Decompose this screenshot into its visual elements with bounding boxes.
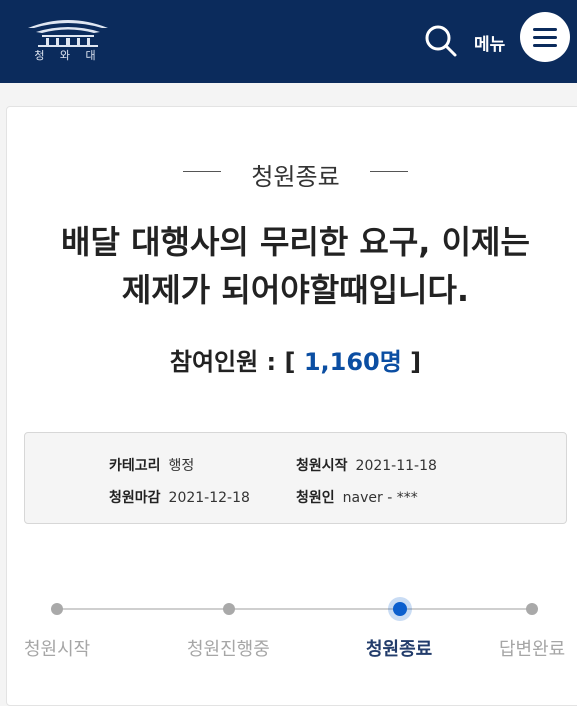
step-dot-ongoing <box>223 603 235 615</box>
participants-label: 참여인원 : [ <box>169 348 304 376</box>
logo-text: 청 와 대 <box>34 49 102 62</box>
cheongwadae-logo[interactable]: 청 와 대 <box>22 14 114 66</box>
step-dot-answered <box>526 603 538 615</box>
category-info: 카테고리 행정 <box>109 455 194 475</box>
step-label-ongoing: 청원진행중 <box>187 639 270 660</box>
search-icon <box>425 25 457 57</box>
author-value: naver - *** <box>342 490 418 506</box>
author-label: 청원인 <box>296 490 335 506</box>
end-date-value: 2021-12-18 <box>168 490 250 506</box>
step-label-closed: 청원종료 <box>366 639 433 660</box>
petition-info-box: 카테고리 행정 청원시작 2021-11-18 청원마감 2021-12-18 청원인… <box>24 432 567 524</box>
blue-house-icon <box>28 20 108 47</box>
participants-close: ] <box>401 348 422 376</box>
start-date-value: 2021-11-18 <box>355 458 437 474</box>
participants-count: 참여인원 : [ 1,160명 ] <box>0 342 577 377</box>
category-value: 행정 <box>168 458 195 474</box>
step-label-answered: 답변완료 <box>499 639 566 660</box>
author-info: 청원인 naver - *** <box>296 487 418 507</box>
hamburger-menu-button[interactable] <box>520 12 570 62</box>
step-dot-closed <box>393 602 407 616</box>
hamburger-icon <box>533 28 557 31</box>
search-button[interactable] <box>424 24 458 58</box>
divider <box>370 171 408 172</box>
petition-status: 청원종료 <box>0 152 577 192</box>
title-line-1: 배달 대행사의 무리한 요구, 이제는 <box>61 223 530 261</box>
start-date-label: 청원시작 <box>296 458 348 474</box>
participants-number: 1,160명 <box>303 348 402 376</box>
title-line-2: 제제가 되어야할때입니다. <box>121 271 470 309</box>
category-label: 카테고리 <box>109 458 161 474</box>
step-label-start: 청원시작 <box>24 639 91 660</box>
end-date-label: 청원마감 <box>109 490 161 506</box>
step-dot-start <box>51 603 63 615</box>
progress-track <box>57 608 533 610</box>
status-text: 청원종료 <box>251 163 340 191</box>
menu-label[interactable]: 메뉴 <box>474 30 505 55</box>
end-date-info: 청원마감 2021-12-18 <box>109 487 250 507</box>
petition-title: 배달 대행사의 무리한 요구, 이제는 제제가 되어야할때입니다. <box>0 218 577 314</box>
petition-card <box>6 106 577 706</box>
header: 청 와 대 메뉴 <box>0 0 577 83</box>
start-date-info: 청원시작 2021-11-18 <box>296 455 437 475</box>
